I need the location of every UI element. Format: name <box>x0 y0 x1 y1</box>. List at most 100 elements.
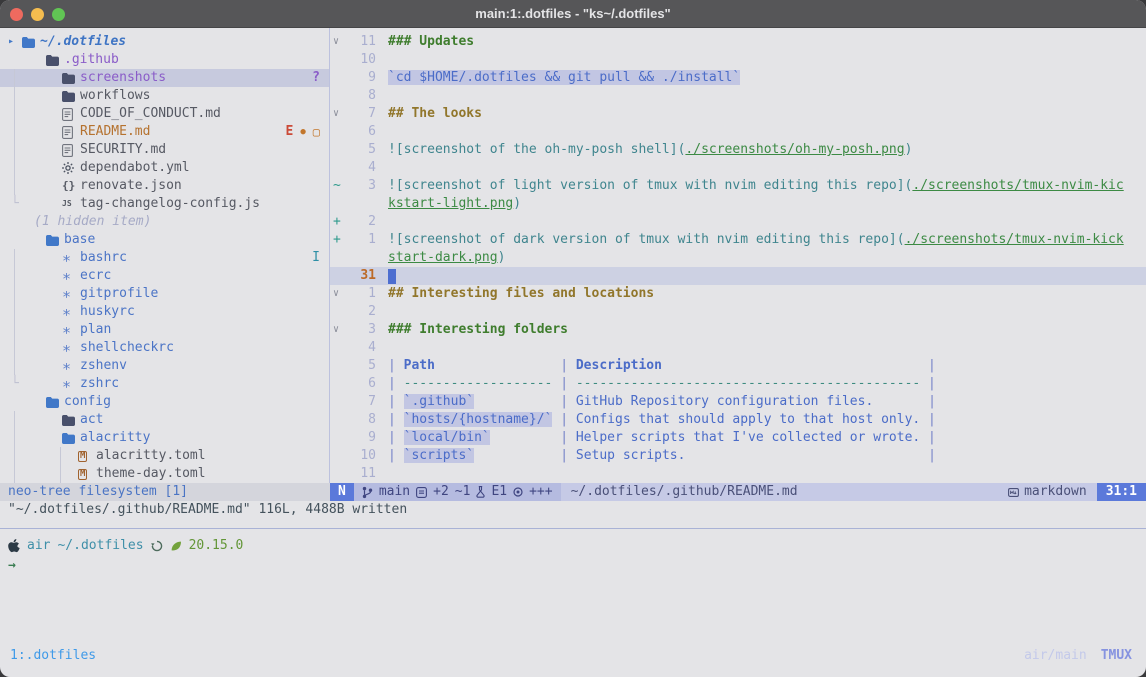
star-icon: ∗ <box>62 357 80 375</box>
buffer-line[interactable]: 7| `.github` | GitHub Repository configu… <box>330 393 1146 411</box>
buffer-line[interactable]: 8 <box>330 87 1146 105</box>
indent-corner: └ <box>11 195 19 213</box>
line-text: ### Interesting folders <box>388 321 568 339</box>
line-text: | `local/bin` | Helper scripts that I've… <box>388 429 936 447</box>
gutter-space <box>330 123 346 141</box>
tree-item-label: act <box>80 411 103 429</box>
tree-item-label: ecrc <box>80 267 111 285</box>
close-button[interactable] <box>10 8 23 21</box>
buffer-line[interactable]: 6| ------------------- | ---------------… <box>330 375 1146 393</box>
star-icon: ∗ <box>62 285 80 303</box>
buffer-line[interactable]: 9 `cd $HOME/.dotfiles && git pull && ./in… <box>330 69 1146 87</box>
buffer-line[interactable]: ~3![screenshot of light version of tmux … <box>330 177 1146 195</box>
buffer-line[interactable]: ∨1## Interesting files and locations <box>330 285 1146 303</box>
tree-item-plan[interactable]: ∗plan <box>0 321 330 339</box>
line-number <box>346 249 376 267</box>
buffer-line[interactable]: 5![screenshot of the oh-my-posh shell](.… <box>330 141 1146 159</box>
cursor-line[interactable]: 31 <box>330 267 1146 285</box>
tree-item--.dotfiles[interactable]: ▸~/.dotfiles <box>0 33 330 51</box>
tree-item-alacritty.toml[interactable]: Malacritty.toml <box>0 447 330 465</box>
tree-item-renovate.json[interactable]: {}renovate.json <box>0 177 330 195</box>
line-number: 9 <box>346 69 376 87</box>
tree-item-ecrc[interactable]: ∗ecrc <box>0 267 330 285</box>
mode-indicator: N <box>330 483 354 501</box>
buffer-line[interactable]: ∨3### Interesting folders <box>330 321 1146 339</box>
tmux-status-bar: 1:.dotfiles air/main TMUX <box>0 645 1146 667</box>
buffer-line[interactable]: 4 <box>330 339 1146 357</box>
tree-item-workflows[interactable]: workflows <box>0 87 330 105</box>
indent-corner: └ <box>11 375 19 393</box>
tree-item-zshenv[interactable]: ∗zshenv <box>0 357 330 375</box>
fold-chevron-icon[interactable]: ∨ <box>330 105 346 123</box>
tree-item-base[interactable]: base <box>0 231 330 249</box>
traffic-lights <box>10 8 65 21</box>
tree-item-dependabot.yml[interactable]: dependabot.yml <box>0 159 330 177</box>
buffer-line[interactable]: 6 <box>330 123 1146 141</box>
zoom-button[interactable] <box>52 8 65 21</box>
node-version: 20.15.0 <box>189 537 244 555</box>
buffer-line[interactable]: 4 <box>330 159 1146 177</box>
line-number: 8 <box>346 87 376 105</box>
tree-item-tag-changelog-config.js[interactable]: └JStag-changelog-config.js <box>0 195 330 213</box>
buffer-line[interactable]: 10| `scripts` | Setup scripts. | <box>330 447 1146 465</box>
folder-icon <box>46 55 64 66</box>
buffer-line[interactable]: 11 <box>330 465 1146 483</box>
folder-icon <box>62 73 80 84</box>
line-number: 7 <box>346 105 376 123</box>
fold-chevron-icon[interactable]: ∨ <box>330 285 346 303</box>
gutter-space <box>330 303 346 321</box>
buffer-line[interactable]: ∨7## The looks <box>330 105 1146 123</box>
tmux-client: ▸~/.dotfiles.githubscreenshots?workflows… <box>0 28 1146 677</box>
tree-item-security.md[interactable]: SECURITY.md <box>0 141 330 159</box>
buffer-line[interactable]: 2 <box>330 303 1146 321</box>
line-number: 9 <box>346 429 376 447</box>
star-icon: ∗ <box>62 267 80 285</box>
git-untracked-mark: ? <box>312 69 320 87</box>
line-text: `cd $HOME/.dotfiles && git pull && ./ins… <box>388 69 740 87</box>
tree-item-gitprofile[interactable]: ∗gitprofile <box>0 285 330 303</box>
apple-icon <box>8 539 20 553</box>
tree-item-.github[interactable]: .github <box>0 51 330 69</box>
buffer-line[interactable]: 8| `hosts/{hostname}/` | Configs that sh… <box>330 411 1146 429</box>
tree-item-label: zshrc <box>80 375 119 393</box>
buffer-line[interactable]: start-dark.png) <box>330 249 1146 267</box>
buffer-line[interactable]: kstart-light.png) <box>330 195 1146 213</box>
tree-item-screenshots[interactable]: screenshots? <box>0 69 330 87</box>
tree-item-alacritty[interactable]: alacritty <box>0 429 330 447</box>
title-bar[interactable]: main:1:.dotfiles - "ks~/.dotfiles" <box>0 0 1146 28</box>
tree-item-readme.md[interactable]: README.mdE●▢ <box>0 123 330 141</box>
tmux-window-item[interactable]: 1:.dotfiles <box>10 647 96 665</box>
tree-item-shellcheckrc[interactable]: ∗shellcheckrc <box>0 339 330 357</box>
minimize-button[interactable] <box>31 8 44 21</box>
git-branch-name: main <box>379 483 410 501</box>
tree-item-theme-day.toml[interactable]: Mtheme-day.toml <box>0 465 330 483</box>
tree-item--1-hidden-item-[interactable]: (1 hidden item) <box>0 213 330 231</box>
gutter-space <box>330 267 346 285</box>
git-refresh-icon <box>151 540 163 552</box>
folder-icon <box>62 91 80 102</box>
tree-item-label: theme-day.toml <box>96 465 206 483</box>
buffer-line[interactable]: +2 <box>330 213 1146 231</box>
buffer-line[interactable]: +1![screenshot of dark version of tmux w… <box>330 231 1146 249</box>
tree-item-label: plan <box>80 321 111 339</box>
line-text: ![screenshot of the oh-my-posh shell](./… <box>388 141 912 159</box>
fold-chevron-icon[interactable]: ∨ <box>330 321 346 339</box>
tree-item-config[interactable]: config <box>0 393 330 411</box>
tree-item-bashrc[interactable]: ∗bashrcI <box>0 249 330 267</box>
git-modified-mark: ▢ <box>313 123 320 141</box>
tree-item-act[interactable]: act <box>0 411 330 429</box>
fold-chevron-icon[interactable]: ∨ <box>330 33 346 51</box>
tree-item-huskyrc[interactable]: ∗huskyrc <box>0 303 330 321</box>
tree-item-zshrc[interactable]: └∗zshrc <box>0 375 330 393</box>
buffer-line[interactable]: 10 <box>330 51 1146 69</box>
line-number: 31 <box>346 267 376 285</box>
toml-icon: M <box>78 469 96 480</box>
tree-item-label: alacritty <box>80 429 150 447</box>
expander-icon[interactable]: ▸ <box>8 33 22 51</box>
buffer-line[interactable]: 5| Path | Description | <box>330 357 1146 375</box>
line-number: 8 <box>346 411 376 429</box>
buffer-line[interactable]: ∨11### Updates <box>330 33 1146 51</box>
tmux-pane-border[interactable] <box>0 528 1146 529</box>
buffer-line[interactable]: 9 | `local/bin` | Helper scripts that I'v… <box>330 429 1146 447</box>
tree-item-code-of-conduct.md[interactable]: CODE_OF_CONDUCT.md <box>0 105 330 123</box>
